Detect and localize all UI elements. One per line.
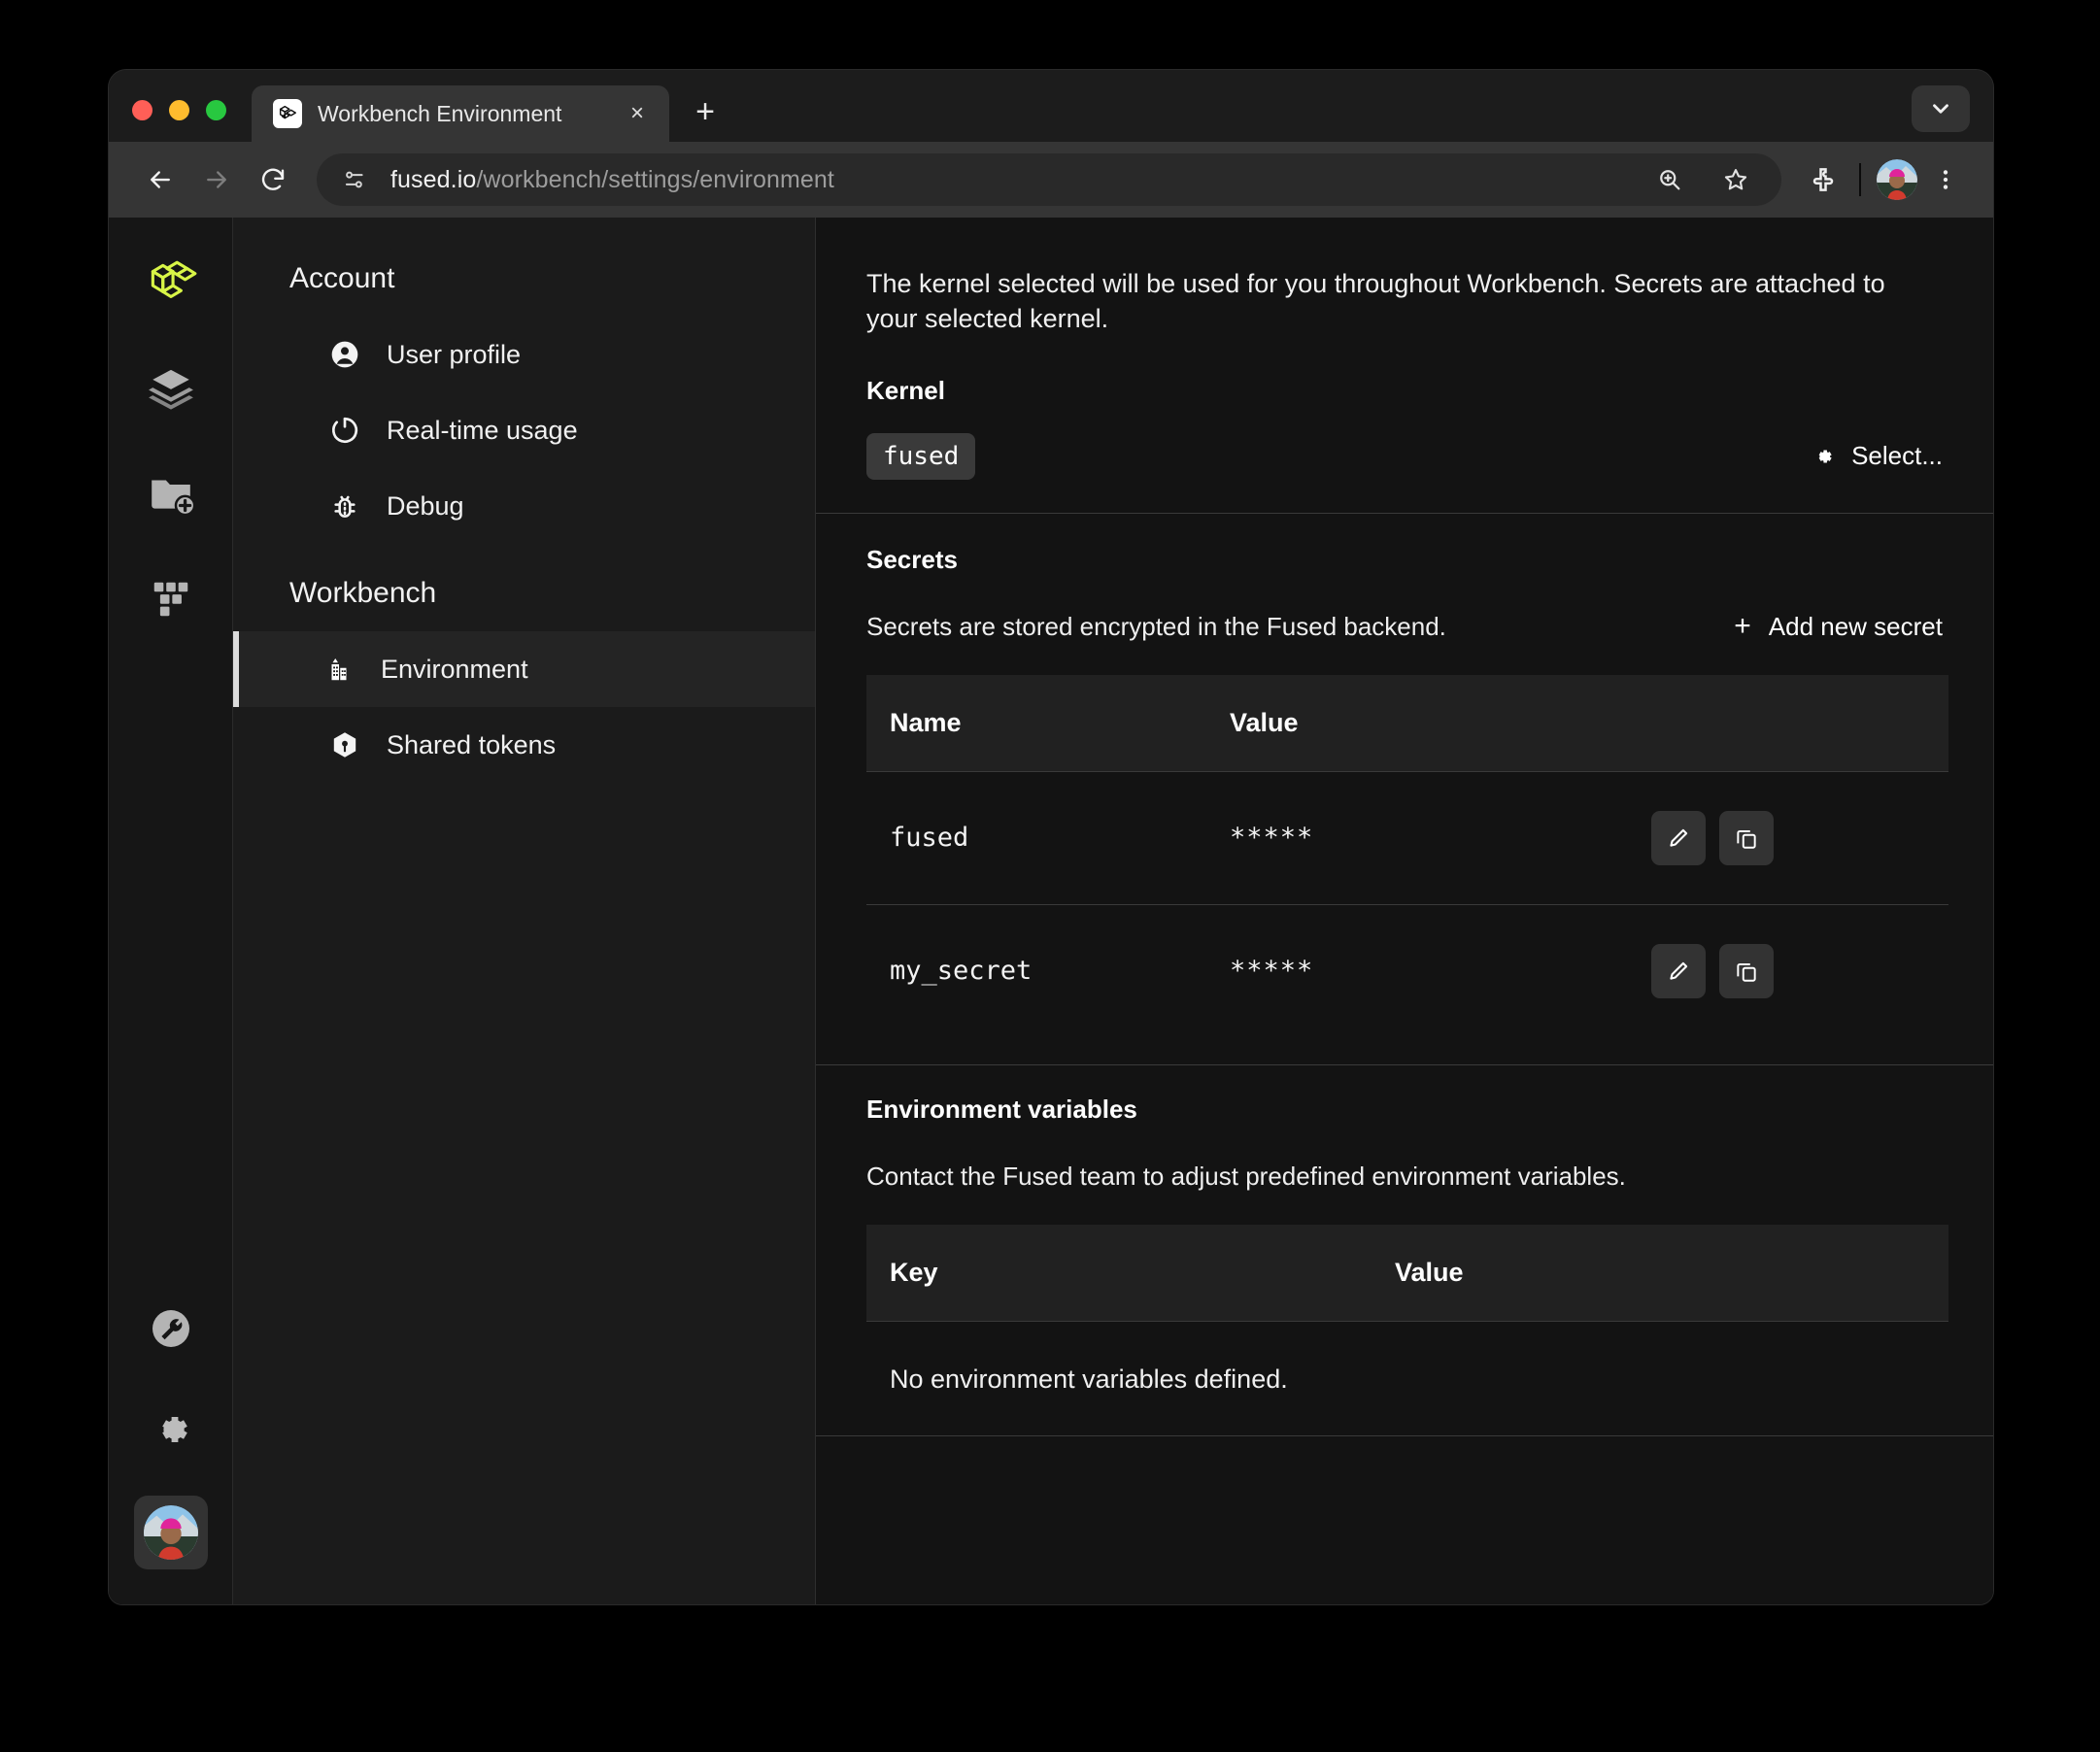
secret-name: my_secret xyxy=(890,956,1033,987)
browser-toolbar: fused.io/workbench/settings/environment xyxy=(109,142,1993,218)
url-host: fused.io xyxy=(390,165,477,193)
user-circle-icon xyxy=(328,338,361,371)
sidebar-item-real-time-usage[interactable]: Real-time usage xyxy=(233,392,815,468)
secrets-description-row: Secrets are stored encrypted in the Fuse… xyxy=(816,575,1993,675)
settings-navigation: Account User profile Real-time usage Deb… xyxy=(233,218,816,1604)
table-row: fused ***** xyxy=(866,771,1948,905)
sidebar-item-label: Shared tokens xyxy=(387,729,557,759)
fused-logo-icon[interactable] xyxy=(136,249,206,319)
select-kernel-label: Select... xyxy=(1851,441,1943,471)
new-tab-button[interactable]: + xyxy=(683,89,728,134)
close-icon[interactable]: × xyxy=(623,99,652,128)
secrets-heading: Secrets xyxy=(866,544,958,574)
site-settings-icon[interactable] xyxy=(336,161,373,198)
add-new-secret-label: Add new secret xyxy=(1768,611,1943,641)
copy-secret-button[interactable] xyxy=(1719,943,1774,998)
sidebar-item-debug[interactable]: Debug xyxy=(233,468,815,544)
url-path: /workbench/settings/environment xyxy=(476,165,834,193)
section-divider xyxy=(816,1434,1993,1436)
browser-tab[interactable]: Workbench Environment × xyxy=(252,85,669,142)
column-header-key: Key xyxy=(866,1224,1372,1322)
building-icon xyxy=(322,653,356,686)
table-row: my_secret ***** xyxy=(866,904,1948,1037)
edit-secret-button[interactable] xyxy=(1651,810,1706,865)
column-header-actions xyxy=(1628,674,1948,772)
env-vars-table-wrapper: Key Value xyxy=(816,1224,1993,1322)
column-header-value: Value xyxy=(1372,1224,1948,1322)
edit-secret-button[interactable] xyxy=(1651,943,1706,998)
nav-group-account-title: Account xyxy=(289,262,395,294)
column-header-value: Value xyxy=(1206,674,1628,772)
tab-strip: Workbench Environment × + xyxy=(109,70,1993,142)
sidebar-item-user-profile[interactable]: User profile xyxy=(233,317,815,392)
select-kernel-button[interactable]: Select... xyxy=(1811,441,1943,471)
env-vars-table: Key Value xyxy=(866,1224,1948,1322)
address-bar[interactable]: fused.io/workbench/settings/environment xyxy=(317,153,1781,206)
secret-name: fused xyxy=(866,771,1206,905)
table-header-row: Key Value xyxy=(866,1224,1948,1322)
bug-icon xyxy=(328,489,361,522)
wrench-circle-icon[interactable] xyxy=(136,1294,206,1364)
cube-icon xyxy=(328,728,361,761)
table-header-row: Name Value xyxy=(866,674,1948,772)
gear-icon[interactable] xyxy=(136,1395,206,1465)
kernel-row: fused Select... xyxy=(816,406,1993,513)
secrets-table: Name Value fused ***** my_secret ***** xyxy=(866,674,1948,1037)
copy-secret-button[interactable] xyxy=(1719,810,1774,865)
profile-avatar[interactable] xyxy=(133,1496,208,1569)
secrets-table-wrapper: Name Value fused ***** my_secret ***** xyxy=(816,674,1993,1037)
env-vars-description: Contact the Fused team to adjust predefi… xyxy=(866,1161,1626,1191)
fused-logo-icon xyxy=(273,99,302,128)
folder-plus-icon[interactable] xyxy=(136,458,206,528)
page-content: Account User profile Real-time usage Deb… xyxy=(109,218,1993,1604)
profile-avatar[interactable] xyxy=(1875,157,1919,202)
secret-value: ***** xyxy=(1206,771,1628,905)
chevron-down-icon[interactable] xyxy=(1912,85,1970,132)
toolbar-divider xyxy=(1859,163,1861,196)
kernel-heading: Kernel xyxy=(866,375,945,405)
sidebar-item-shared-tokens[interactable]: Shared tokens xyxy=(233,707,815,783)
kernel-intro-text: The kernel selected will be used for you… xyxy=(866,269,1885,334)
kernel-badge: fused xyxy=(866,432,976,480)
url-text: fused.io/workbench/settings/environment xyxy=(390,166,834,194)
star-icon[interactable] xyxy=(1713,157,1758,202)
gear-icon xyxy=(1811,444,1836,469)
secret-actions xyxy=(1628,771,1948,905)
reload-icon[interactable] xyxy=(247,153,299,206)
tab-title: Workbench Environment xyxy=(318,100,562,126)
secrets-description: Secrets are stored encrypted in the Fuse… xyxy=(866,611,1446,641)
sidebar-item-environment[interactable]: Environment xyxy=(233,631,815,707)
secret-actions xyxy=(1628,904,1948,1037)
env-vars-description-row: Contact the Fused team to adjust predefi… xyxy=(816,1125,1993,1225)
env-vars-heading: Environment variables xyxy=(866,1094,1137,1124)
close-window-button[interactable] xyxy=(132,100,152,120)
zoom-in-icon[interactable] xyxy=(1647,157,1692,202)
forward-arrow-icon xyxy=(190,153,243,206)
column-header-name: Name xyxy=(866,674,1206,772)
env-vars-empty-message: No environment variables defined. xyxy=(890,1364,1288,1394)
browser-window: Workbench Environment × + fused.io/workb… xyxy=(109,70,1993,1604)
sidebar-item-label: Debug xyxy=(387,490,464,521)
minimize-window-button[interactable] xyxy=(169,100,189,120)
grid-blocks-icon[interactable] xyxy=(136,563,206,633)
sidebar-item-label: Environment xyxy=(381,654,528,684)
maximize-window-button[interactable] xyxy=(206,100,226,120)
secret-value: ***** xyxy=(1230,956,1314,987)
layers-icon[interactable] xyxy=(136,354,206,423)
app-rail xyxy=(109,218,233,1604)
nav-group-workbench-title: Workbench xyxy=(289,577,437,609)
three-dot-menu-icon[interactable] xyxy=(1923,157,1968,202)
gauge-icon xyxy=(328,414,361,447)
add-new-secret-button[interactable]: + Add new secret xyxy=(1734,612,1943,642)
sidebar-item-label: Real-time usage xyxy=(387,415,578,445)
window-controls xyxy=(109,100,226,142)
settings-content: The kernel selected will be used for you… xyxy=(816,218,1993,1604)
back-arrow-icon[interactable] xyxy=(134,153,186,206)
plus-icon: + xyxy=(1734,610,1751,643)
puzzle-piece-icon[interactable] xyxy=(1801,157,1846,202)
sidebar-item-label: User profile xyxy=(387,339,522,369)
